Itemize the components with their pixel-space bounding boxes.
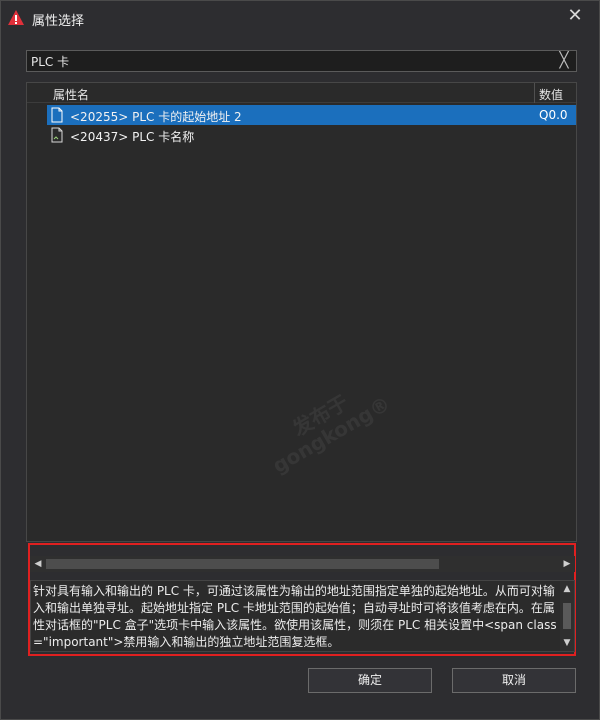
document-icon [51,127,63,143]
search-input[interactable]: PLC 卡 ╳ [26,50,577,72]
list-item[interactable]: <20437> PLC 卡名称 [47,125,576,145]
watermark: 发布于 gongkong® [258,373,394,478]
title-bar: 属性选择 ✕ [1,1,599,35]
list-item-label: <20255> PLC 卡的起始地址 2 [70,110,242,124]
scroll-right-icon[interactable]: ▶ [562,559,572,569]
cancel-button[interactable]: 取消 [452,668,576,693]
description-box: 针对具有输入和输出的 PLC 卡，可通过该属性为输出的地址范围指定单独的起始地址… [30,580,575,652]
close-icon[interactable]: ✕ [565,4,585,28]
column-divider[interactable] [534,83,535,103]
description-text: 针对具有输入和输出的 PLC 卡，可通过该属性为输出的地址范围指定单独的起始地址… [33,584,557,649]
vertical-scroll-thumb[interactable] [563,603,571,629]
column-header-name[interactable]: 属性名 [53,86,89,103]
horizontal-scrollbar[interactable]: ◀ ▶ [30,556,575,572]
search-value[interactable]: PLC 卡 [31,53,69,70]
property-list: 属性名 数值 <20255> PLC 卡的起始地址 2 Q0.0 <20437>… [26,82,577,542]
attribute-selection-dialog: 属性选择 ✕ PLC 卡 ╳ 属性名 数值 <20255> PLC 卡的起始地址… [0,0,600,720]
clear-search-icon[interactable]: ╳ [556,51,572,69]
scroll-up-icon[interactable]: ▲ [562,584,572,594]
document-icon [51,107,63,123]
scroll-down-icon[interactable]: ▼ [562,638,572,648]
column-header-value[interactable]: 数值 [539,86,563,103]
list-item[interactable]: <20255> PLC 卡的起始地址 2 Q0.0 [47,105,576,125]
vertical-scrollbar[interactable]: ▲ ▼ [560,581,574,651]
scroll-left-icon[interactable]: ◀ [33,559,43,569]
list-item-label: <20437> PLC 卡名称 [70,130,195,144]
window-title: 属性选择 [32,14,85,29]
horizontal-scroll-thumb[interactable] [46,559,439,569]
ok-button[interactable]: 确定 [308,668,432,693]
list-header: 属性名 数值 [27,83,576,103]
warning-triangle-icon [8,10,24,25]
list-item-value: Q0.0 [539,108,568,122]
